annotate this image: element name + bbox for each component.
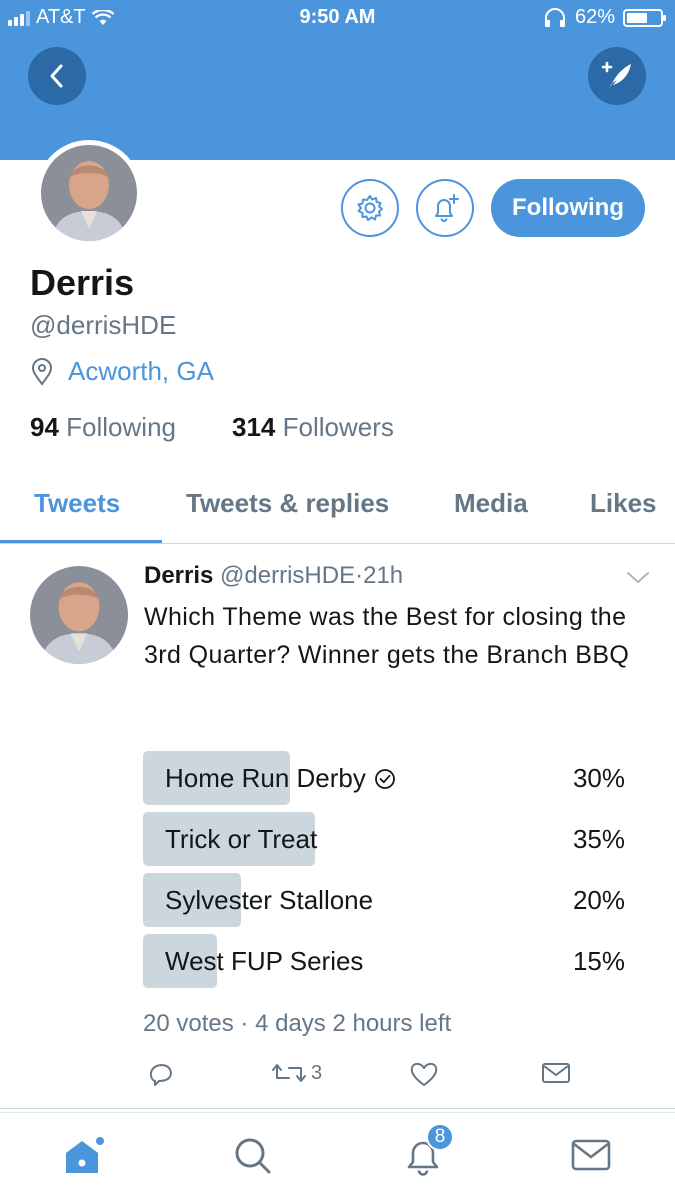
location-pin-icon [31, 357, 53, 386]
active-tab-indicator [0, 540, 162, 543]
tweet-actions: 3 [143, 1060, 643, 1094]
poll-option: West FUP Series 15% [143, 934, 633, 988]
battery-percent: 62% [574, 6, 615, 28]
tweet-text: Which Theme was the Best for closing the… [144, 603, 630, 669]
reply-button[interactable] [147, 1060, 175, 1088]
location-link[interactable]: Acworth, GA [68, 356, 214, 387]
tab-likes[interactable]: Likes [590, 488, 657, 519]
chevron-down-icon[interactable] [626, 570, 650, 586]
followers-stat[interactable]: 314 Followers [232, 412, 394, 443]
tweet-poll: Home Run Derby 30% Trick or Treat 35% Sy… [143, 751, 633, 995]
notifications-badge: 8 [426, 1123, 454, 1151]
retweet-icon [272, 1064, 306, 1082]
poll-option-label: Trick or Treat [165, 824, 317, 855]
nav-search[interactable] [232, 1135, 274, 1182]
status-right: 62% [543, 6, 666, 29]
compose-tweet-icon [601, 61, 631, 90]
poll-option-label: West FUP Series [165, 946, 363, 977]
profile-tabs: Tweets Tweets & replies Media Likes [0, 470, 675, 544]
poll-option-text: West FUP Series [165, 946, 364, 976]
gear-icon [357, 195, 383, 221]
followers-count: 314 [231, 412, 276, 442]
heart-icon [410, 1062, 438, 1086]
settings-button[interactable] [341, 179, 399, 237]
following-button[interactable]: Following [491, 179, 645, 237]
poll-option: Home Run Derby 30% [143, 751, 633, 805]
battery-icon [623, 8, 666, 27]
poll-option-percent: 15% [572, 946, 625, 976]
nav-messages[interactable] [570, 1135, 612, 1180]
envelope-icon [571, 1139, 611, 1171]
following-count: 94 [30, 412, 59, 442]
tab-tweets[interactable]: Tweets [34, 488, 120, 519]
retweet-button[interactable]: 3 [271, 1060, 322, 1086]
following-stat[interactable]: 94 Following [30, 412, 176, 443]
nav-notifications[interactable]: 8 [402, 1123, 454, 1182]
bottom-nav: 8 [0, 1112, 675, 1200]
avatar-image [41, 145, 137, 241]
tweet-time: 21h [363, 562, 404, 589]
direct-message-button[interactable] [541, 1060, 571, 1086]
poll-option-percent: 30% [572, 763, 625, 793]
followers-label: Followers [282, 412, 394, 442]
compose-tweet-button[interactable] [588, 47, 646, 105]
poll-option: Sylvester Stallone 20% [143, 873, 633, 927]
following-label: Following [66, 412, 176, 442]
bell-plus-icon [435, 194, 459, 222]
tweet-separator: · [355, 562, 364, 589]
back-button[interactable] [28, 47, 86, 105]
poll-option: Trick or Treat 35% [143, 812, 633, 866]
chevron-left-icon [50, 64, 63, 88]
battery-fill [627, 12, 647, 23]
tweet-divider [0, 1108, 675, 1109]
headphones-icon [544, 7, 565, 27]
profile-handle: @derrisHDE [30, 310, 177, 340]
retweet-count: 3 [311, 1061, 323, 1084]
poll-time-left: 4 days 2 hours left [255, 1010, 452, 1037]
check-circle-icon [374, 768, 395, 789]
nav-home[interactable] [62, 1135, 106, 1182]
profile-stats: 94 Following 314 Followers [30, 412, 394, 443]
like-button[interactable] [409, 1060, 439, 1088]
tab-tweets-replies[interactable]: Tweets & replies [186, 488, 389, 519]
status-bar: AT&T 9:50 AM 62% [0, 0, 675, 38]
tab-media[interactable]: Media [454, 488, 528, 519]
poll-votes: 20 votes [143, 1010, 234, 1037]
poll-option-percent: 35% [572, 824, 625, 854]
tweet-handle: @derrisHDE [220, 562, 356, 589]
poll-meta: 20 votes · 4 days 2 hours left [143, 1010, 451, 1038]
home-icon [66, 1137, 104, 1173]
tweet-avatar-image [30, 566, 128, 664]
tweet-header: Derris @derrisHDE·21h [144, 562, 403, 590]
profile-name: Derris [30, 262, 135, 303]
search-icon [235, 1138, 271, 1174]
notifications-toggle-button[interactable] [416, 179, 474, 237]
reply-icon [149, 1064, 172, 1086]
profile-location: Acworth, GA [30, 356, 214, 387]
profile-avatar-frame [36, 140, 142, 246]
poll-option-text: Home Run Derby [165, 763, 366, 793]
poll-option-label: Home Run Derby [165, 763, 396, 794]
poll-option-text: Sylvester Stallone [165, 885, 374, 915]
poll-meta-separator: · [240, 1010, 249, 1037]
profile-avatar[interactable] [41, 145, 137, 241]
poll-option-percent: 20% [572, 885, 625, 915]
tweet-avatar[interactable] [30, 566, 128, 664]
envelope-icon [542, 1063, 570, 1083]
poll-option-label: Sylvester Stallone [165, 885, 373, 916]
tweet-author[interactable]: Derris [144, 562, 213, 589]
poll-option-text: Trick or Treat [165, 824, 318, 854]
